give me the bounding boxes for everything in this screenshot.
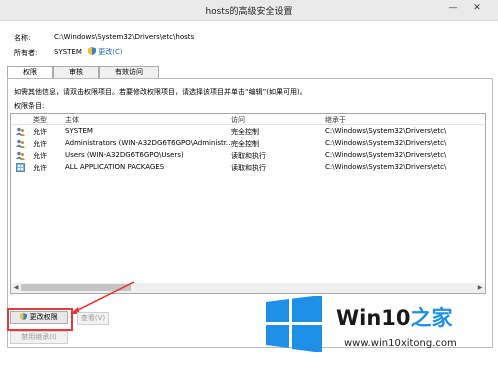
watermark-brand: Win10	[336, 306, 411, 330]
watermark-url: www.win10xitong.com	[344, 338, 457, 349]
disable-inheritance-button[interactable]: 禁用继承(I)	[10, 331, 68, 344]
view-button[interactable]: 查看(V)	[77, 312, 109, 325]
change-permissions-button[interactable]: 更改权限	[10, 311, 68, 324]
windows-logo-icon	[266, 295, 322, 353]
watermark-brand-suffix: 之家	[410, 306, 453, 330]
uac-shield-icon	[20, 313, 28, 320]
change-permissions-label: 更改权限	[29, 313, 58, 321]
win10-watermark: Win10之家 www.win10xitong.com	[264, 295, 457, 354]
